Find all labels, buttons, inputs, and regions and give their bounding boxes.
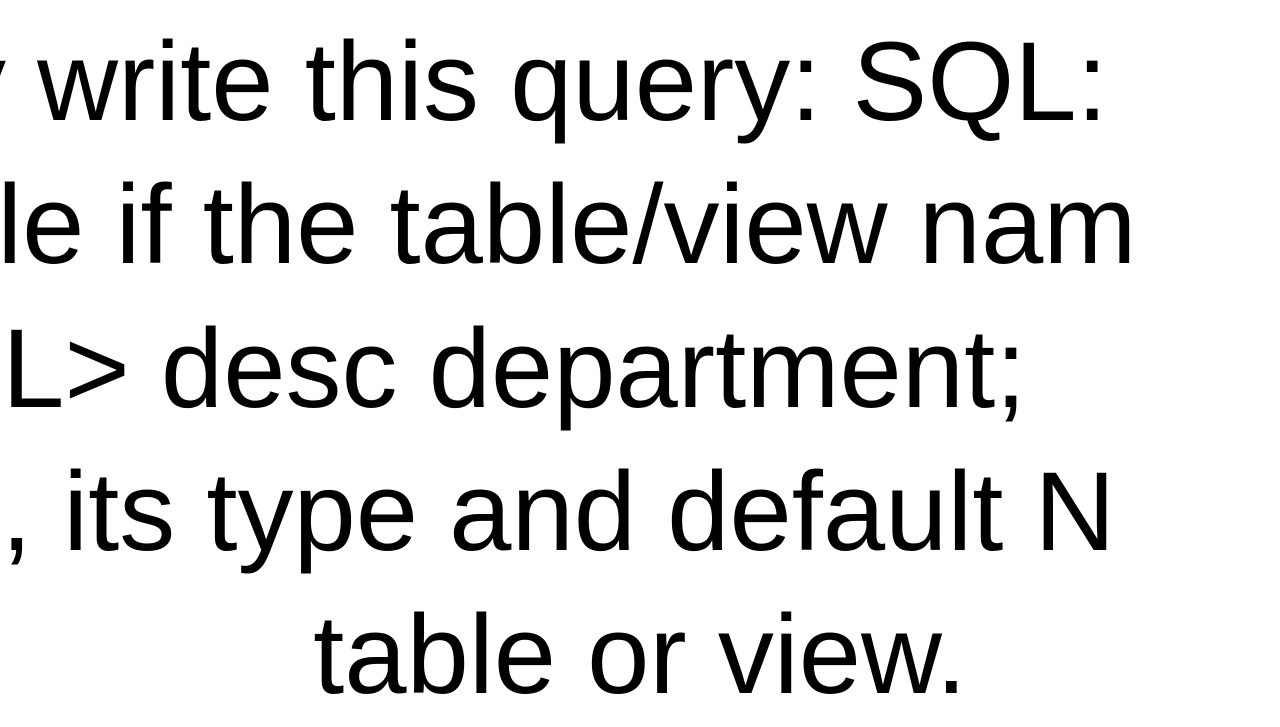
text-line-5: table or view. xyxy=(0,583,1280,726)
text-line-1: y write this query: SQL: xyxy=(0,10,1280,153)
document-text-block: y write this query: SQL: ple if the tabl… xyxy=(0,0,1280,720)
text-line-2: ple if the table/view nam xyxy=(0,153,1280,296)
text-line-4: s, its type and default N xyxy=(0,440,1280,583)
text-line-3: QL> desc department; xyxy=(0,297,1280,440)
